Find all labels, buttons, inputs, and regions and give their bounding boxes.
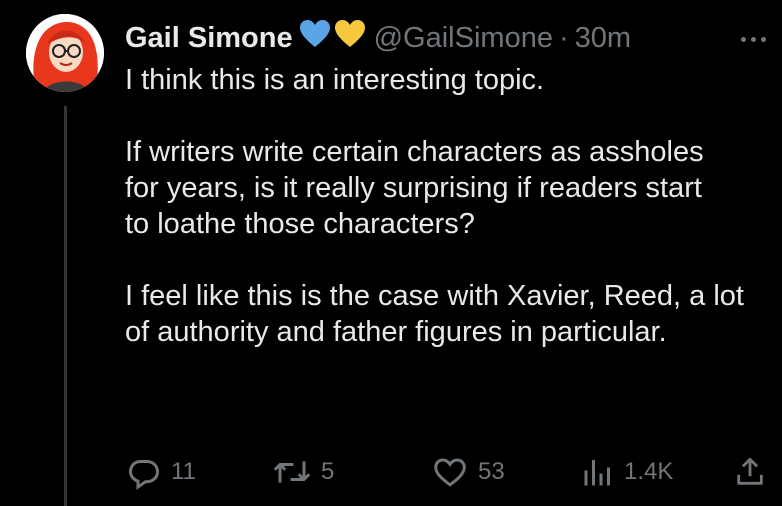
reply-count: 11 bbox=[171, 458, 196, 485]
like-button[interactable]: 53 bbox=[430, 452, 505, 492]
view-count: 1.4K bbox=[624, 458, 674, 485]
blue-heart-icon bbox=[299, 19, 331, 57]
author-handle[interactable]: @GailSimone bbox=[374, 22, 553, 55]
repost-button[interactable]: 5 bbox=[271, 452, 334, 492]
reply-icon bbox=[128, 460, 160, 490]
more-dot-icon bbox=[750, 36, 756, 42]
avatar[interactable] bbox=[26, 14, 104, 92]
bar-chart-icon bbox=[584, 460, 610, 486]
timestamp[interactable]: 30m bbox=[575, 22, 631, 55]
like-count: 53 bbox=[478, 458, 505, 485]
action-bar: 11 5 53 1.4K bbox=[125, 452, 770, 492]
tweet-paragraph: I feel like this is the case with Xavier… bbox=[125, 280, 744, 348]
views-button[interactable]: 1.4K bbox=[580, 452, 673, 492]
more-dot-icon bbox=[740, 36, 746, 42]
tweet-paragraph: I think this is an interesting topic. bbox=[125, 64, 545, 96]
more-options-button[interactable] bbox=[732, 24, 774, 54]
yellow-heart-icon bbox=[334, 19, 366, 57]
share-icon bbox=[737, 457, 763, 485]
repost-icon bbox=[273, 461, 311, 483]
tweet-header: Gail Simone @GailSimone · 30m bbox=[125, 18, 631, 58]
tweet-text: I think this is an interesting topic. If… bbox=[125, 62, 775, 350]
reply-button[interactable]: 11 bbox=[125, 452, 196, 492]
thread-line bbox=[64, 106, 67, 506]
author-name[interactable]: Gail Simone bbox=[125, 22, 293, 55]
avatar-image bbox=[26, 14, 104, 92]
repost-count: 5 bbox=[321, 458, 335, 485]
more-dot-icon bbox=[760, 36, 766, 42]
share-button[interactable] bbox=[733, 452, 775, 492]
tweet-paragraph: If writers write certain characters as a… bbox=[125, 136, 704, 240]
heart-icon bbox=[434, 458, 466, 487]
separator: · bbox=[558, 21, 569, 54]
